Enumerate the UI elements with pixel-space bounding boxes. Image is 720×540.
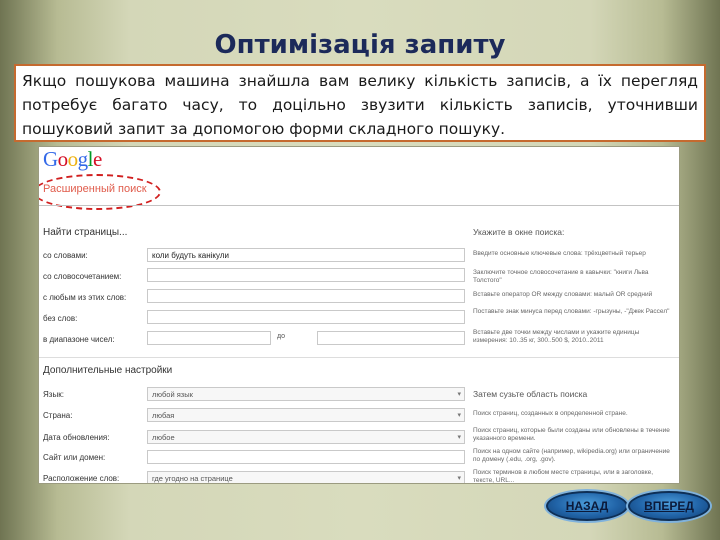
any-words-hint: Вставьте оператор OR между словами: малы… [473, 291, 653, 298]
logo-letter: g [77, 147, 89, 171]
date-select[interactable]: любое ▾ [147, 430, 465, 444]
section-divider [39, 357, 679, 358]
terms-position-value: где угодно на странице [152, 474, 233, 483]
chevron-down-icon: ▾ [457, 412, 461, 419]
none-words-label: без слов: [43, 314, 78, 323]
logo-letter: o [57, 147, 69, 171]
any-words-label: с любым из этих слов: [43, 293, 127, 302]
number-range-hint: Вставьте две точки между числами и укажи… [473, 329, 640, 344]
advanced-search-heading: Расширенный поиск [43, 183, 147, 195]
divider [39, 205, 679, 206]
date-label: Дата обновления: [43, 433, 110, 442]
range-dash: до [277, 333, 285, 340]
site-hint: Поиск на одном сайте (например, wikipedi… [473, 448, 670, 463]
exact-phrase-input[interactable] [147, 268, 465, 282]
narrow-heading: Дополнительные настройки [43, 365, 173, 376]
terms-position-label: Расположение слов: [43, 474, 120, 483]
logo-letter: e [93, 147, 102, 171]
advanced-search-screenshot: Google Расширенный поиск Найти страницы.… [38, 146, 680, 484]
none-words-hint: Поставьте знак минуса перед словами: -гр… [473, 308, 670, 315]
any-words-input[interactable] [147, 289, 465, 303]
all-words-hint: Введите основные ключевые слова: трёхцве… [473, 250, 646, 257]
all-words-input[interactable]: коли будуть канікули [147, 248, 465, 262]
site-input[interactable] [147, 450, 465, 464]
range-to-input[interactable] [317, 331, 465, 345]
country-hint: Поиск страниц, созданных в определенной … [473, 410, 628, 417]
exact-phrase-label: со словосочетанием: [43, 272, 122, 281]
exact-phrase-hint: Заключите точное словосочетание в кавычк… [473, 269, 649, 284]
forward-button[interactable]: ВПЕРЕД [628, 491, 710, 521]
all-words-label: со словами: [43, 251, 88, 260]
language-select[interactable]: любой язык ▾ [147, 387, 465, 401]
country-value: любая [152, 411, 175, 420]
terms-position-hint: Поиск терминов в любом месте страницы, и… [473, 469, 654, 484]
find-pages-hint-heading: Укажите в окне поиска: [473, 227, 565, 237]
date-hint: Поиск страниц, которые были созданы или … [473, 427, 670, 442]
chevron-down-icon: ▾ [457, 475, 461, 482]
google-logo: Google [43, 147, 102, 172]
logo-letter: o [67, 147, 79, 171]
none-words-input[interactable] [147, 310, 465, 324]
country-select[interactable]: любая ▾ [147, 408, 465, 422]
chevron-down-icon: ▾ [457, 391, 461, 398]
intro-text-box: Якщо пошукова машина знайшла вам велику … [14, 64, 706, 142]
language-value: любой язык [152, 390, 193, 399]
site-label: Сайт или домен: [43, 453, 106, 462]
slide-title: Оптимізація запиту [214, 30, 506, 60]
date-value: любое [152, 433, 175, 442]
logo-letter: G [43, 147, 58, 171]
range-from-input[interactable] [147, 331, 271, 345]
country-label: Страна: [43, 411, 73, 420]
find-pages-heading: Найти страницы... [43, 227, 128, 238]
back-button[interactable]: НАЗАД [546, 491, 628, 521]
narrow-hint-heading: Затем сузьте область поиска [473, 389, 588, 399]
chevron-down-icon: ▾ [457, 434, 461, 441]
terms-position-select[interactable]: где угодно на странице ▾ [147, 471, 465, 483]
language-label: Язык: [43, 390, 64, 399]
number-range-label: в диапазоне чисел: [43, 335, 115, 344]
